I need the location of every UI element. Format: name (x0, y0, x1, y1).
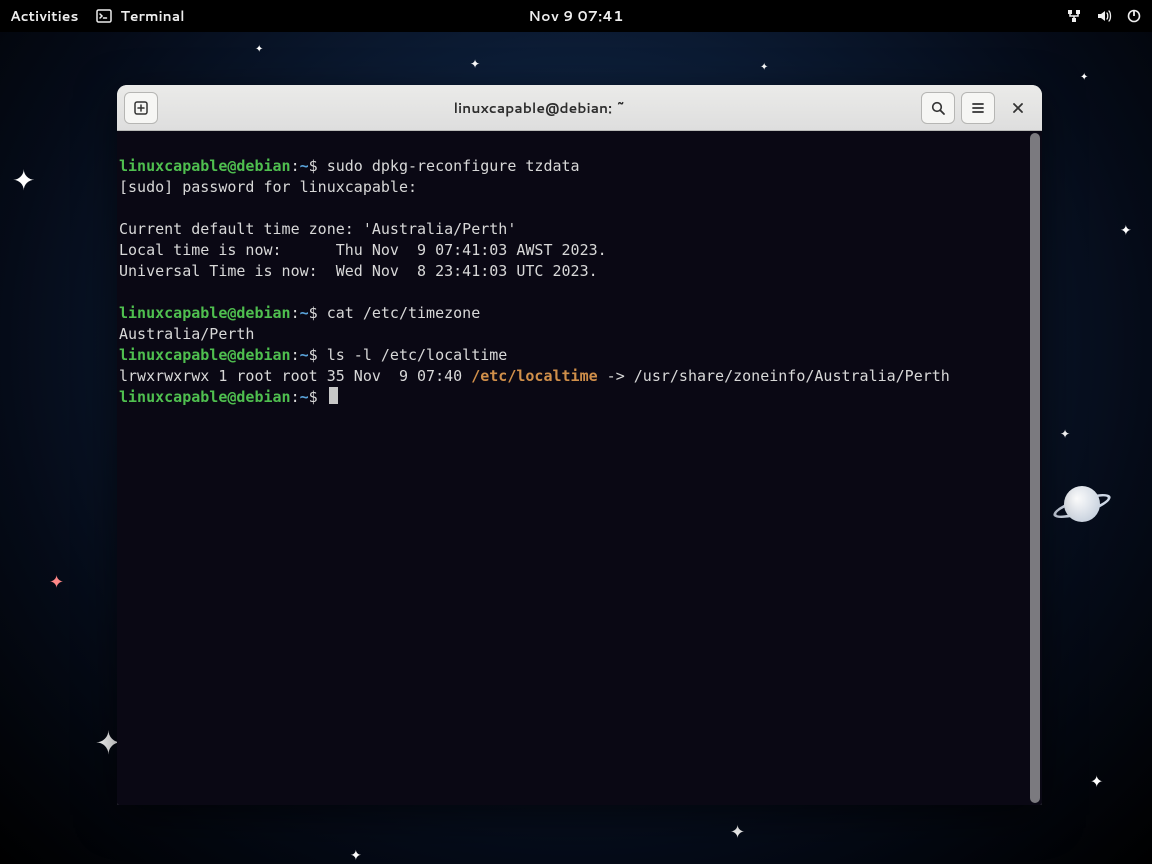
clock[interactable]: Nov 9 07:41 (528, 6, 623, 26)
prompt-user: linuxcapable@debian (119, 304, 291, 322)
star-decor: ✦ (12, 160, 35, 200)
star-decor: ✦ (760, 60, 768, 74)
gnome-topbar: Activities Terminal Nov 9 07:41 (0, 0, 1152, 32)
symlink-name: /etc/localtime (471, 367, 597, 385)
terminal-window: linuxcapable@debian: ~ linuxcapable@debi… (117, 85, 1042, 805)
term-output: -> /usr/share/zoneinfo/Australia/Perth (598, 367, 950, 385)
planet-decor (1052, 485, 1112, 523)
prompt-sym: $ (309, 304, 318, 322)
star-decor: ✦ (350, 845, 362, 864)
terminal-icon (96, 8, 112, 24)
term-output: [sudo] password for linuxcapable: (119, 178, 426, 196)
star-decor: ✦ (255, 42, 263, 56)
prompt-path: ~ (300, 157, 309, 175)
close-icon (1011, 101, 1025, 115)
cmd-line: cat /etc/timezone (318, 304, 481, 322)
close-window-button[interactable] (1001, 92, 1035, 124)
network-icon[interactable] (1066, 8, 1082, 24)
prompt-sym: $ (309, 346, 318, 364)
cmd-line: ls -l /etc/localtime (318, 346, 508, 364)
cmd-line: sudo dpkg-reconfigure tzdata (318, 157, 580, 175)
prompt-path: ~ (300, 388, 309, 406)
prompt-sym: $ (309, 388, 318, 406)
terminal-scrollbar[interactable] (1030, 133, 1040, 803)
search-icon (930, 100, 946, 116)
star-decor: ✦ (49, 568, 64, 594)
term-output: lrwxrwxrwx 1 root root 35 Nov 9 07:40 (119, 367, 471, 385)
prompt-sep: : (291, 346, 300, 364)
star-decor: ✦ (1090, 770, 1103, 793)
terminal-content[interactable]: linuxcapable@debian:~$ sudo dpkg-reconfi… (117, 131, 1042, 805)
window-titlebar: linuxcapable@debian: ~ (117, 85, 1042, 131)
star-decor: ✦ (730, 818, 745, 844)
cursor (329, 387, 338, 404)
prompt-sep: : (291, 157, 300, 175)
prompt-user: linuxcapable@debian (119, 388, 291, 406)
app-menu[interactable]: Terminal (96, 6, 184, 26)
plus-tab-icon (133, 100, 149, 116)
prompt-user: linuxcapable@debian (119, 346, 291, 364)
star-decor: ✦ (1080, 70, 1088, 84)
prompt-user: linuxcapable@debian (119, 157, 291, 175)
hamburger-icon (970, 100, 986, 116)
prompt-sym: $ (309, 157, 318, 175)
star-decor: ✦ (1120, 220, 1132, 240)
star-decor: ✦ (1060, 425, 1070, 442)
prompt-path: ~ (300, 304, 309, 322)
prompt-path: ~ (300, 346, 309, 364)
term-output: Current default time zone: 'Australia/Pe… (119, 220, 516, 238)
app-menu-label: Terminal (120, 6, 184, 26)
term-output: Australia/Perth (119, 325, 254, 343)
prompt-sep: : (291, 304, 300, 322)
volume-icon[interactable] (1096, 8, 1112, 24)
star-decor: ✦ (470, 55, 480, 72)
term-output: Local time is now: Thu Nov 9 07:41:03 AW… (119, 241, 607, 259)
new-tab-button[interactable] (124, 92, 158, 124)
search-button[interactable] (921, 92, 955, 124)
scrollbar-thumb[interactable] (1030, 133, 1040, 803)
cmd-line (318, 388, 327, 406)
window-title: linuxcapable@debian: ~ (164, 98, 915, 118)
hamburger-menu-button[interactable] (961, 92, 995, 124)
power-icon[interactable] (1126, 8, 1142, 24)
term-output: Universal Time is now: Wed Nov 8 23:41:0… (119, 262, 598, 280)
activities-button[interactable]: Activities (10, 6, 78, 26)
prompt-sep: : (291, 388, 300, 406)
